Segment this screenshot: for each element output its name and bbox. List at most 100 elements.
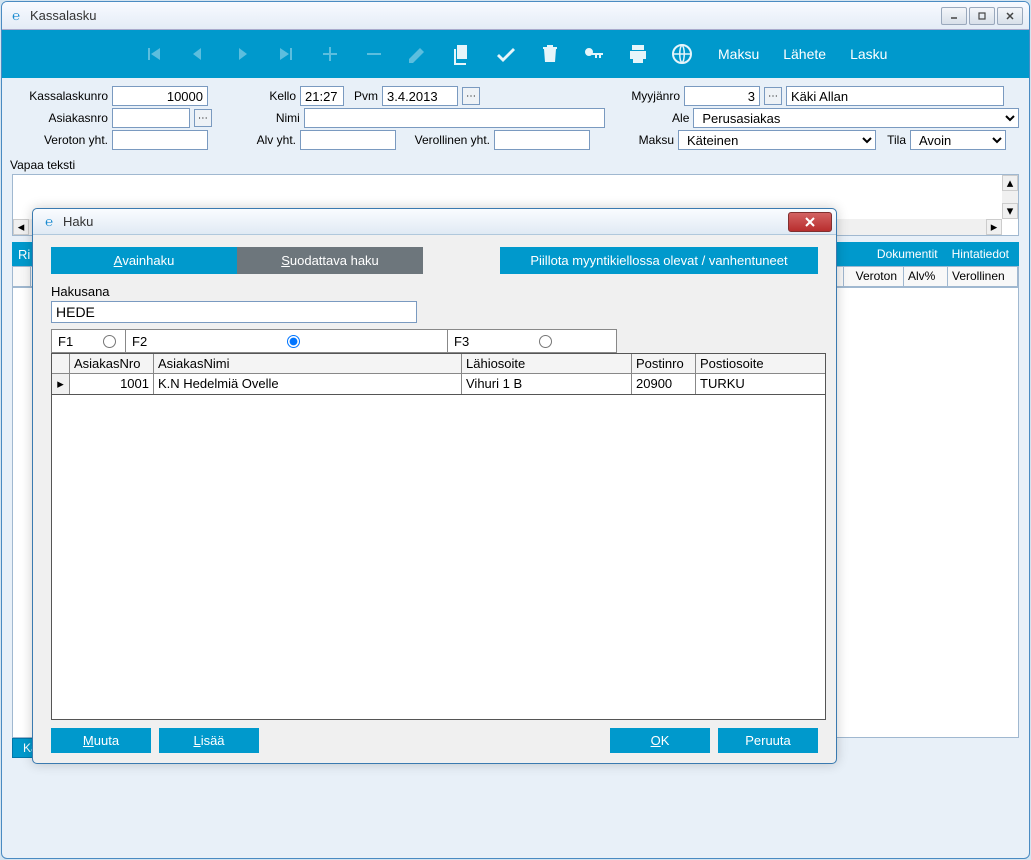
myyjanro-input[interactable] [684,86,760,106]
lasku-button[interactable]: Lasku [850,46,887,62]
f1-label: F1 [58,334,73,349]
dialog-icon: ℮ [41,214,57,230]
alv-input[interactable] [300,130,396,150]
maksu-label: Maksu [594,133,674,147]
f2-label: F2 [132,334,147,349]
last-icon[interactable] [274,42,298,66]
nimi-label: Nimi [240,111,300,125]
kassalaskunro-label: Kassalaskunro [12,89,108,103]
dialog-title: Haku [63,214,788,229]
dialog-close-button[interactable] [788,212,832,232]
tila-label: Tila [880,133,906,147]
next-icon[interactable] [230,42,254,66]
result-body[interactable] [51,395,826,720]
hdr-postiosoite: Postiosoite [696,354,825,373]
kello-label: Kello [236,89,296,103]
ale-label: Ale [609,111,689,125]
f1-radio[interactable] [103,335,116,348]
nimi-input[interactable] [304,108,606,128]
veroton-input[interactable] [112,130,208,150]
edit-icon[interactable] [406,42,430,66]
dokumentit-button[interactable]: Dokumentit [877,247,938,261]
pvm-label: Pvm [348,89,378,103]
verollinen-label: Verollinen yht. [400,133,490,147]
f3-radio[interactable] [539,335,552,348]
printer-icon[interactable] [626,42,650,66]
verollinen-header: Verollinen [948,267,1018,287]
cell-asiakasnimi: K.N Hedelmiä Ovelle [154,374,462,394]
remove-icon[interactable] [362,42,386,66]
myyjanimi-input[interactable] [786,86,1004,106]
scroll-down-icon[interactable]: ▾ [1002,203,1018,219]
hintatiedot-button[interactable]: Hintatiedot [952,247,1009,261]
toolbar: Maksu Lähete Lasku [2,30,1029,78]
hdr-asiakasnro: AsiakasNro [70,354,154,373]
search-dialog: ℮ Haku AAvainhakuvainhaku Suodattava hak… [32,208,837,764]
pvm-input[interactable] [382,86,458,106]
globe-icon[interactable] [670,42,694,66]
vapaa-teksti-label: Vapaa teksti [2,156,1029,174]
minimize-button[interactable] [941,7,967,25]
radio-row: F1 F2 F3 [51,329,617,353]
prev-icon[interactable] [186,42,210,66]
kello-input[interactable] [300,86,344,106]
f3-label: F3 [454,334,469,349]
f2-radio[interactable] [287,335,300,348]
hakusana-input[interactable] [51,301,417,323]
first-icon[interactable] [142,42,166,66]
verollinen-input[interactable] [494,130,590,150]
ok-button[interactable]: OKOK [610,728,710,753]
key-icon[interactable] [582,42,606,66]
maximize-button[interactable] [969,7,995,25]
titlebar: ℮ Kassalasku [2,2,1029,30]
pvm-picker-button[interactable]: ⋯ [462,87,480,105]
myyjanro-picker-button[interactable]: ⋯ [764,87,782,105]
muuta-button[interactable]: MuutaMuuta [51,728,151,753]
maksu-button[interactable]: Maksu [718,46,759,62]
cell-postiosoite: TURKU [696,374,825,394]
hdr-asiakasnimi: AsiakasNimi [154,354,462,373]
trash-icon[interactable] [538,42,562,66]
tila-select[interactable]: Avoin [910,130,1006,150]
myyjanro-label: Myyjänro [484,89,680,103]
asiakasnro-label: Asiakasnro [12,111,108,125]
lisaa-button[interactable]: LisääLisää [159,728,259,753]
veroton-header: Veroton [844,267,904,287]
scroll-left-icon[interactable]: ◂ [13,219,29,235]
vertical-scrollbar[interactable]: ▴ ▾ [1002,175,1018,219]
scroll-up-icon[interactable]: ▴ [1002,175,1018,191]
asiakasnro-picker-button[interactable]: ⋯ [194,109,212,127]
asiakasnro-input[interactable] [112,108,190,128]
veroton-label: Veroton yht. [12,133,108,147]
close-icon [804,216,816,228]
hdr-postinro: Postinro [632,354,696,373]
row-selector-icon: ▸ [52,374,70,394]
check-icon[interactable] [494,42,518,66]
window-title: Kassalasku [30,8,939,23]
copy-icon[interactable] [450,42,474,66]
add-icon[interactable] [318,42,342,66]
result-table: AsiakasNro AsiakasNimi Lähiosoite Postin… [51,353,826,395]
ri-label: Ri [12,247,30,262]
lahete-button[interactable]: Lähete [783,46,826,62]
peruuta-button[interactable]: Peruuta [718,728,818,753]
maksu-select[interactable]: Käteinen [678,130,876,150]
tab-avainhaku[interactable]: AAvainhakuvainhaku [51,247,237,274]
app-window: ℮ Kassalasku Maksu Lähete Lasku Kassalas… [1,1,1030,859]
table-row[interactable]: ▸ 1001 K.N Hedelmiä Ovelle Vihuri 1 B 20… [52,374,825,394]
scroll-right-icon[interactable]: ▸ [986,219,1002,235]
kassalaskunro-input[interactable] [112,86,208,106]
alv-header: Alv% [904,267,948,287]
dialog-titlebar: ℮ Haku [33,209,836,235]
ale-select[interactable]: Perusasiakas [693,108,1019,128]
app-icon: ℮ [8,8,24,24]
close-button[interactable] [997,7,1023,25]
tab-suodattava[interactable]: Suodattava hakuSuodattava haku [237,247,423,274]
form-area: Kassalaskunro Kello Pvm ⋯ Myyjänro ⋯ Asi… [2,78,1029,156]
hakusana-label: Hakusana [51,284,818,299]
tab-piilota[interactable]: Piillota myyntikiellossa olevat / vanhen… [500,247,818,274]
alv-label: Alv yht. [236,133,296,147]
hdr-lahiosoite: Lähiosoite [462,354,632,373]
cell-postinro: 20900 [632,374,696,394]
cell-lahiosoite: Vihuri 1 B [462,374,632,394]
